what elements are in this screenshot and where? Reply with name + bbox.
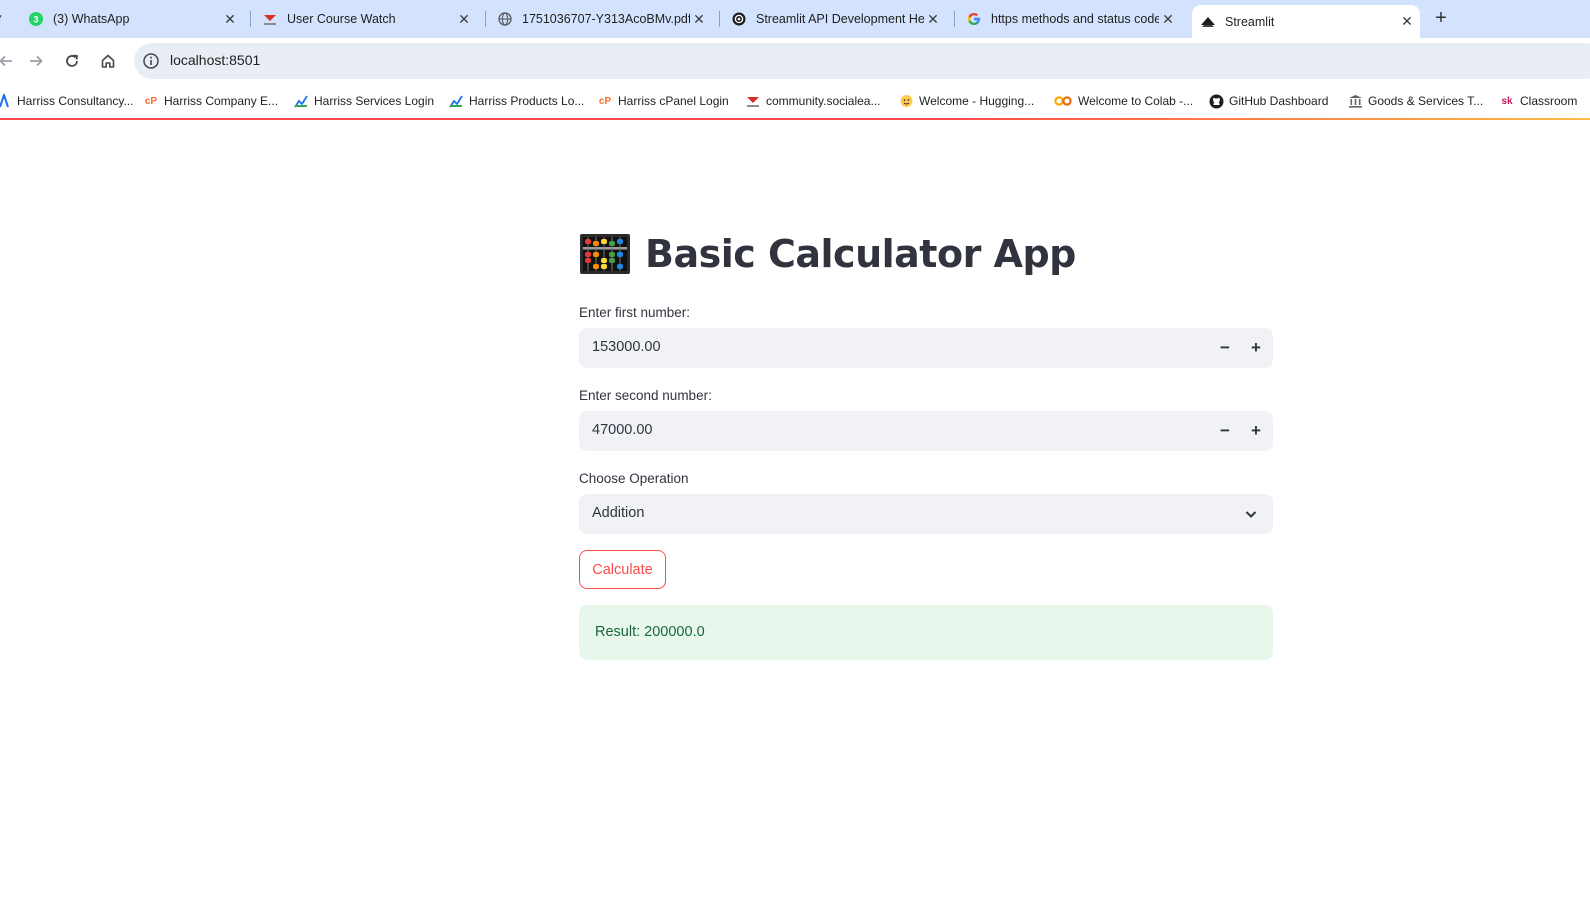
operation-select[interactable]: Addition (579, 494, 1273, 534)
browser-toolbar: localhost:8501 (0, 38, 1590, 84)
close-icon[interactable]: ✕ (924, 10, 942, 28)
first-number-input[interactable]: 153000.00 − + (579, 328, 1273, 368)
building-icon (1347, 93, 1363, 109)
bookmark-label: Classroom (1520, 94, 1578, 108)
bookmark-label: GitHub Dashboard (1229, 94, 1329, 108)
tab-title: https methods and status codes (991, 12, 1159, 26)
close-icon[interactable]: ✕ (1159, 10, 1177, 28)
sk-icon: sk (1501, 95, 1513, 107)
bookmark-label: community.socialea... (766, 94, 881, 108)
close-icon[interactable]: ✕ (455, 10, 473, 28)
openai-icon (731, 11, 747, 27)
tab-title: Streamlit API Development Help (756, 12, 924, 26)
result-success-alert: Result: 200000.0 (579, 605, 1273, 660)
google-icon (966, 11, 982, 27)
course-icon (262, 11, 278, 27)
reload-icon[interactable] (60, 49, 84, 73)
bookmark-hugging-face[interactable]: Welcome - Hugging... (898, 90, 1034, 112)
second-number-label: Enter second number: (579, 388, 712, 403)
close-icon[interactable]: ✕ (221, 10, 239, 28)
bookmark-label: Harriss cPanel Login (618, 94, 729, 108)
bookmark-label: Goods & Services T... (1368, 94, 1484, 108)
bookmark-community[interactable]: community.socialea... (745, 90, 881, 112)
chart-icon (448, 93, 464, 109)
page-title: Basic Calculator App (579, 232, 1076, 276)
whatsapp-badge-count: 3 (33, 15, 38, 25)
bookmark-label: Harriss Products Lo... (469, 94, 585, 108)
bookmark-colab[interactable]: Welcome to Colab -... (1053, 90, 1193, 112)
operation-label: Choose Operation (579, 471, 689, 486)
plus-icon[interactable]: + (1242, 334, 1270, 362)
forward-arrow-icon[interactable] (24, 49, 48, 73)
bookmark-harriss-consultancy[interactable]: Harriss Consultancy... (0, 90, 133, 112)
result-text: Result: 200000.0 (595, 624, 705, 640)
plus-icon[interactable]: + (1242, 417, 1270, 445)
calculate-button[interactable]: Calculate (579, 550, 666, 589)
tab-whatsapp[interactable]: 3 (3) WhatsApp ✕ (28, 0, 243, 38)
bookmarks-bar: Harriss Consultancy... cP Harriss Compan… (0, 84, 1590, 118)
tab-title: 1751036707-Y313AcoBMv.pdf (522, 12, 690, 26)
tab-title: User Course Watch (287, 12, 396, 26)
tab-title: (3) WhatsApp (53, 12, 130, 26)
url-text[interactable]: localhost:8501 (170, 52, 260, 68)
tab-strip: ▾ 3 (3) WhatsApp ✕ User Course Watch ✕ 1… (0, 0, 1590, 38)
harriss-icon (0, 93, 12, 109)
course-icon (745, 93, 761, 109)
tab-search-chevron-icon[interactable]: ▾ (0, 11, 2, 24)
bookmark-label: Welcome to Colab -... (1078, 94, 1194, 108)
bookmark-harriss-products[interactable]: Harriss Products Lo... (448, 90, 584, 112)
page-title-text: Basic Calculator App (645, 232, 1076, 276)
bookmark-goods-services[interactable]: Goods & Services T... (1347, 90, 1483, 112)
bookmark-harriss-cpanel[interactable]: cP Harriss cPanel Login (597, 90, 729, 112)
tab-user-course-watch[interactable]: User Course Watch ✕ (262, 0, 477, 38)
bookmark-classroom[interactable]: sk Classroom (1499, 90, 1577, 112)
chart-icon (293, 93, 309, 109)
cpanel-icon: cP (598, 95, 612, 107)
tab-separator (485, 11, 486, 27)
back-arrow-icon[interactable] (0, 49, 18, 73)
second-number-value[interactable]: 47000.00 (592, 422, 652, 438)
bookmark-label: Welcome - Hugging... (919, 94, 1035, 108)
minus-icon[interactable]: − (1211, 417, 1239, 445)
second-number-input[interactable]: 47000.00 − + (579, 411, 1273, 451)
new-tab-plus-icon[interactable]: + (1430, 8, 1452, 30)
bookmark-harriss-company[interactable]: cP Harriss Company E... (143, 90, 278, 112)
streamlit-app: Basic Calculator App Enter first number:… (0, 120, 1590, 902)
globe-icon (497, 11, 513, 27)
colab-icon (1053, 93, 1073, 109)
tab-pdf[interactable]: 1751036707-Y313AcoBMv.pdf ✕ (497, 0, 712, 38)
tab-streamlit-active[interactable]: Streamlit ✕ (1192, 5, 1420, 38)
tab-separator (250, 11, 251, 27)
site-info-icon[interactable] (142, 52, 160, 70)
github-icon (1208, 93, 1224, 109)
operation-selected-value: Addition (592, 505, 645, 521)
first-number-value[interactable]: 153000.00 (592, 339, 661, 355)
close-icon[interactable]: ✕ (1398, 13, 1416, 31)
tab-separator (719, 11, 720, 27)
tab-chatgpt[interactable]: Streamlit API Development Help ✕ (731, 0, 946, 38)
bookmark-label: Harriss Services Login (314, 94, 435, 108)
bookmark-label: Harriss Company E... (164, 94, 279, 108)
bookmark-github[interactable]: GitHub Dashboard (1208, 90, 1328, 112)
address-bar[interactable]: localhost:8501 (134, 43, 1590, 79)
whatsapp-icon: 3 (28, 11, 44, 27)
abacus-icon (580, 234, 630, 274)
bookmark-label: Harriss Consultancy... (17, 94, 134, 108)
close-icon[interactable]: ✕ (690, 10, 708, 28)
minus-icon[interactable]: − (1211, 334, 1239, 362)
tab-separator (954, 11, 955, 27)
tab-title: Streamlit (1225, 14, 1275, 29)
cpanel-icon: cP (144, 95, 158, 107)
chevron-down-icon[interactable] (1243, 506, 1259, 522)
first-number-label: Enter first number: (579, 305, 691, 320)
hugging-face-icon (898, 93, 914, 109)
tab-google-search[interactable]: https methods and status codes ✕ (966, 0, 1181, 38)
home-icon[interactable] (96, 49, 120, 73)
streamlit-icon (1200, 14, 1216, 30)
bookmark-harriss-services[interactable]: Harriss Services Login (293, 90, 434, 112)
